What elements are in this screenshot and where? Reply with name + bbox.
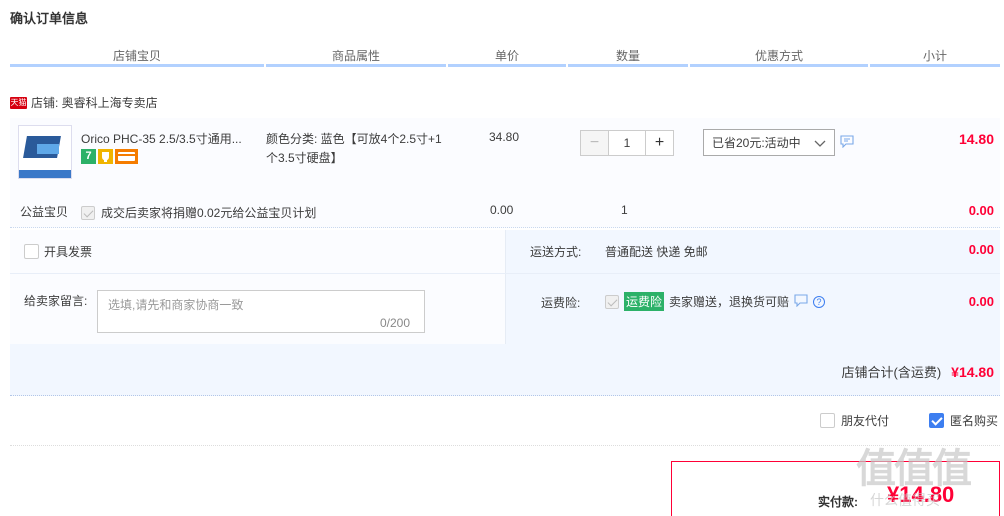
seven-day-return-icon: 7 <box>81 149 96 164</box>
col-header-promo: 优惠方式 <box>754 49 803 63</box>
chat-icon[interactable] <box>794 293 808 310</box>
insurance-tag: 运费险 <box>624 292 665 311</box>
service-badges: 7 <box>81 149 138 164</box>
col-header-qty: 数量 <box>615 49 640 63</box>
shop-total-amount: ¥14.80 <box>951 364 994 380</box>
header-underline <box>870 64 1000 67</box>
product-name[interactable]: Orico PHC-35 2.5/3.5寸通用... <box>81 130 261 147</box>
message-placeholder: 选填,请先和商家协商一致 <box>108 298 244 312</box>
insurance-label: 运费险: <box>541 296 581 310</box>
header-underline <box>448 64 566 67</box>
shipping-label: 运送方式: <box>530 245 582 259</box>
charity-text: 成交后卖家将捐赠0.02元给公益宝贝计划 <box>101 206 317 220</box>
col-header-subtotal: 小计 <box>922 49 947 63</box>
header-underline <box>266 64 446 67</box>
charity-option: 成交后卖家将捐赠0.02元给公益宝贝计划 <box>81 204 316 221</box>
promo-value: 已省20元:活动中 <box>712 136 801 150</box>
message-char-count: 0/200 <box>380 316 411 330</box>
item-subtotal: 14.80 <box>958 131 994 147</box>
chat-icon[interactable] <box>840 135 854 151</box>
col-header-price: 单价 <box>494 49 519 63</box>
shipping-price: 0.00 <box>968 242 994 257</box>
shop-total-label: 店铺合计(含运费) <box>841 365 942 380</box>
shipping-method: 普通配送 快递 免邮 <box>605 245 708 259</box>
quantity-stepper[interactable]: − 1 + <box>580 130 674 156</box>
friend-pay-checkbox[interactable] <box>819 413 835 428</box>
divider <box>10 445 1000 446</box>
product-thumbnail[interactable] <box>18 125 72 179</box>
charity-label: 公益宝贝 <box>20 205 69 219</box>
anonymous-label: 匿名购买 <box>949 414 998 428</box>
quantity-input[interactable]: 1 <box>609 130 645 156</box>
header-underline <box>690 64 868 67</box>
anonymous-checkbox[interactable] <box>928 413 944 428</box>
anonymous-option[interactable]: 匿名购买 <box>928 412 998 429</box>
product-attributes: 颜色分类: 蓝色【可放4个2.5寸+1个3.5寸硬盘】 <box>266 132 442 165</box>
watermark-sub: 什么值得买 <box>870 492 940 508</box>
invoice-label: 开具发票 <box>44 245 93 259</box>
header-underline <box>568 64 688 67</box>
header-underline <box>10 64 264 67</box>
shop-label[interactable]: 店铺: 奥睿科上海专卖店 <box>31 94 158 111</box>
insurance-option: 运费险 卖家赠送，退换货可赔 ? <box>605 292 826 311</box>
payment-label: 实付款: <box>818 495 858 509</box>
watermark: 值值值 <box>856 447 972 491</box>
shop-total: 店铺合计(含运费) ¥14.80 <box>842 362 995 381</box>
insurance-price: 0.00 <box>968 294 994 309</box>
chevron-down-icon <box>814 137 826 152</box>
shop-name[interactable]: 天猫 店铺: 奥睿科上海专卖店 <box>10 94 158 111</box>
insurance-text: 卖家赠送，退换货可赔 <box>669 295 790 309</box>
col-header-attr: 商品属性 <box>331 49 380 63</box>
col-header-item: 店铺宝贝 <box>112 49 161 63</box>
divider <box>10 273 1000 274</box>
unit-price: 34.80 <box>489 130 520 144</box>
invoice-checkbox[interactable] <box>24 244 39 259</box>
help-icon[interactable]: ? <box>813 295 826 308</box>
charity-price: 0.00 <box>490 203 514 217</box>
credit-card-icon <box>115 149 138 164</box>
insurance-checkbox <box>605 294 619 309</box>
invoice-option[interactable]: 开具发票 <box>24 243 92 260</box>
promo-select[interactable]: 已省20元:活动中 <box>703 129 835 156</box>
warranty-icon <box>98 149 113 164</box>
message-label: 给卖家留言: <box>24 294 88 308</box>
friend-pay-label: 朋友代付 <box>840 414 889 428</box>
payment-options: 朋友代付 匿名购买 <box>819 412 998 429</box>
page-title: 确认订单信息 <box>10 11 89 26</box>
friend-pay-option[interactable]: 朋友代付 <box>819 412 889 429</box>
charity-subtotal: 0.00 <box>968 203 994 218</box>
increase-button[interactable]: + <box>645 130 674 156</box>
tmall-icon: 天猫 <box>10 96 27 109</box>
charity-checkbox <box>81 205 95 220</box>
charity-qty: 1 <box>621 203 628 217</box>
decrease-button[interactable]: − <box>580 130 609 156</box>
